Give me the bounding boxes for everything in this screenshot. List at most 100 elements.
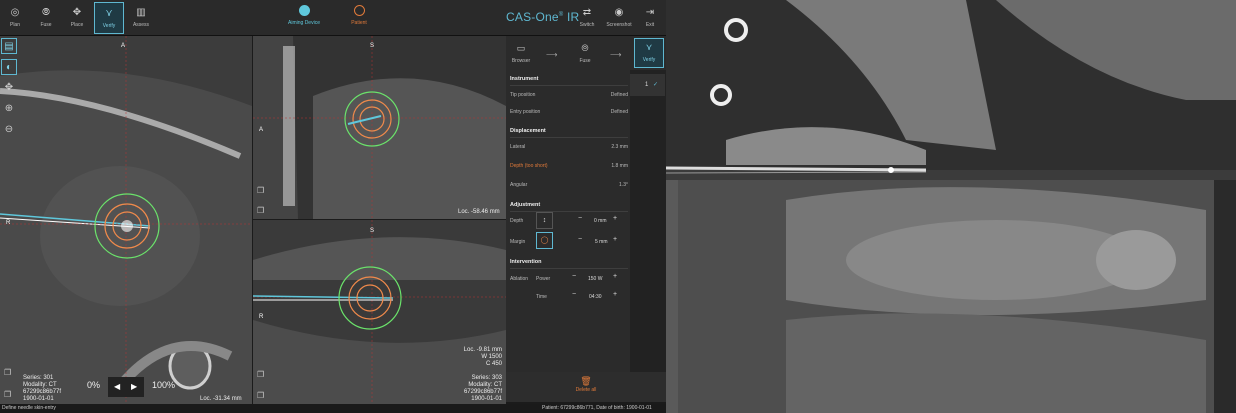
layout-icon[interactable]: ▤ xyxy=(1,38,17,54)
sagittal-view[interactable]: S A Loc. -58.46 mm xyxy=(253,36,506,219)
camera-icon: ◉ xyxy=(614,7,624,18)
app-logo: CAS-One® IR xyxy=(506,10,580,24)
aiming-device-dot-icon xyxy=(298,5,310,16)
displacement-title: Displacement xyxy=(510,128,546,134)
coronal-view[interactable]: S R Loc. -9.81 mm W 1500 C 450 Series: 3… xyxy=(253,220,506,404)
zoom-max-label: 100% xyxy=(152,380,176,390)
coronal-duplicate-icon[interactable]: ❐ xyxy=(257,391,264,400)
assess-icon: ▥ xyxy=(136,7,146,18)
margin-decrease-button[interactable]: − xyxy=(578,236,582,243)
coronal-orientation-top: S xyxy=(370,228,375,234)
time-decrease-button[interactable]: − xyxy=(572,291,576,298)
pan-icon[interactable]: ✥ xyxy=(1,80,17,96)
toolbar-verify-button[interactable]: ⋎ Verify xyxy=(94,2,124,34)
previous-slice-icon[interactable]: ◀ xyxy=(114,382,120,391)
duplicate-view-icon[interactable]: ❐ xyxy=(4,390,11,399)
fuse-icon: ⦾ xyxy=(42,7,50,18)
toolbar-fuse-button[interactable]: ⦾ Fuse xyxy=(31,2,61,34)
verify-icon: ⋎ xyxy=(645,42,653,52)
margin-ring-icon[interactable]: ◯ xyxy=(536,232,553,249)
plan-icon: ◎ xyxy=(10,7,20,18)
verification-list xyxy=(630,70,666,372)
power-value: 150 W xyxy=(588,276,603,282)
exit-icon: ⇥ xyxy=(645,7,655,18)
axial-ct-image xyxy=(0,36,252,404)
brightness-icon[interactable]: ◐ xyxy=(1,59,17,75)
power-label: Power xyxy=(536,276,551,282)
folder-icon: ▭ xyxy=(516,43,526,53)
cas-one-app: ◎ Plan ⦾ Fuse ✥ Place ⋎ Verify ▥ Assess … xyxy=(0,0,666,413)
coronal-copy-icon[interactable]: ❐ xyxy=(257,370,264,379)
view-tools: ▤ ◐ ✥ ⊕ ⊖ xyxy=(0,36,18,146)
workflow-arrow-icon: ⟶ xyxy=(610,50,622,59)
axial-location: Loc. -31.34 mm xyxy=(200,396,242,402)
sagittal-location: Loc. -58.46 mm xyxy=(458,209,500,215)
next-slice-icon[interactable]: ▶ xyxy=(131,382,137,391)
mode-aiming-device[interactable]: Aiming Device xyxy=(279,5,329,26)
coronal-location: Loc. -9.81 mm W 1500 C 450 xyxy=(463,347,502,367)
depth-adjust-icon[interactable]: ↕ xyxy=(536,212,553,229)
axial-orientation-top: A xyxy=(121,43,126,49)
instrument-title: Instrument xyxy=(510,76,539,82)
check-icon: ✓ xyxy=(653,82,659,88)
verify-icon: ⋎ xyxy=(105,8,113,19)
entry-position-row: Entry position Defined xyxy=(510,109,628,115)
workflow-fuse[interactable]: ⦾ Fuse xyxy=(570,40,600,64)
axial-series-info: Series: 301 Modality: CT 67299c86b77f 19… xyxy=(23,375,62,402)
zoom-min-label: 0% xyxy=(87,380,101,390)
fuse-icon: ⦾ xyxy=(581,43,589,53)
delete-all-button[interactable]: 🗑 Delete all xyxy=(506,372,666,402)
workflow-arrow-icon: ⟶ xyxy=(546,50,558,59)
time-increase-button[interactable]: + xyxy=(613,291,617,298)
zoom-out-icon[interactable]: ⊖ xyxy=(1,122,17,138)
status-bar: Define needle skin-entry Patient: 67299c… xyxy=(0,404,666,413)
coronal-ct-picture xyxy=(666,0,1236,413)
divider xyxy=(510,85,628,86)
registered-mark: ® xyxy=(558,12,564,18)
toolbar-place-button[interactable]: ✥ Place xyxy=(62,2,92,34)
mode-patient[interactable]: Patient xyxy=(334,5,384,26)
axial-view[interactable]: A R Series: 301 Modality: CT 67299c86b77… xyxy=(0,36,252,404)
copy-view-icon[interactable]: ❐ xyxy=(4,368,11,377)
tip-position-row: Tip position Defined xyxy=(510,92,628,98)
depth-row: Depth (too short) 1.8 mm xyxy=(510,163,628,169)
sagittal-orientation-left: A xyxy=(259,127,264,133)
angular-row: Angular 1.3° xyxy=(510,182,628,188)
verify-panel: Instrument Tip position Defined Entry pos… xyxy=(506,70,630,372)
power-increase-button[interactable]: + xyxy=(613,273,617,280)
sagittal-copy-icon[interactable]: ❐ xyxy=(257,186,264,195)
screenshot-button[interactable]: ◉ Screenshot xyxy=(604,2,634,34)
axial-orientation-left: R xyxy=(6,220,11,226)
margin-value: 5 mm xyxy=(595,239,608,245)
patient-info: Patient: 67299c86b771, Date of birth: 19… xyxy=(542,405,652,411)
intervention-title: Intervention xyxy=(510,259,542,265)
zoom-in-icon[interactable]: ⊕ xyxy=(1,101,17,117)
coronal-series-info: Series: 303 Modality: CT 67299c86b77f 19… xyxy=(463,375,502,402)
ct-reconstruction-image xyxy=(666,0,1236,413)
divider xyxy=(510,211,628,212)
place-icon: ✥ xyxy=(72,7,82,18)
workflow-verify[interactable]: ⋎ Verify xyxy=(634,38,664,68)
power-decrease-button[interactable]: − xyxy=(572,273,576,280)
verification-item[interactable]: 1 ✓ xyxy=(630,74,665,96)
adjustment-title: Adjustment xyxy=(510,202,541,208)
toolbar-assess-button[interactable]: ▥ Assess xyxy=(126,2,156,34)
slice-stepper[interactable]: ◀ ▶ xyxy=(108,377,144,397)
depth-decrease-button[interactable]: − xyxy=(578,215,582,222)
workflow-bar: ▭ Browser ⟶ ⦾ Fuse ⟶ ⋎ Verify xyxy=(506,36,666,70)
divider xyxy=(510,137,628,138)
time-value: 04:30 xyxy=(589,294,602,300)
sagittal-duplicate-icon[interactable]: ❐ xyxy=(257,206,264,215)
switch-icon: ⇄ xyxy=(582,7,592,18)
sagittal-ct-image xyxy=(253,36,506,219)
top-toolbar: ◎ Plan ⦾ Fuse ✥ Place ⋎ Verify ▥ Assess … xyxy=(0,0,666,36)
status-message: Define needle skin-entry xyxy=(2,405,56,411)
exit-button[interactable]: ⇥ Exit xyxy=(635,2,665,34)
toolbar-plan-button[interactable]: ◎ Plan xyxy=(0,2,30,34)
adjust-depth-value: 0 mm xyxy=(594,218,607,224)
workflow-browser[interactable]: ▭ Browser xyxy=(506,40,536,64)
margin-increase-button[interactable]: + xyxy=(613,236,617,243)
depth-increase-button[interactable]: + xyxy=(613,215,617,222)
trash-icon: 🗑 xyxy=(580,376,592,386)
switch-button[interactable]: ⇄ Switch xyxy=(572,2,602,34)
